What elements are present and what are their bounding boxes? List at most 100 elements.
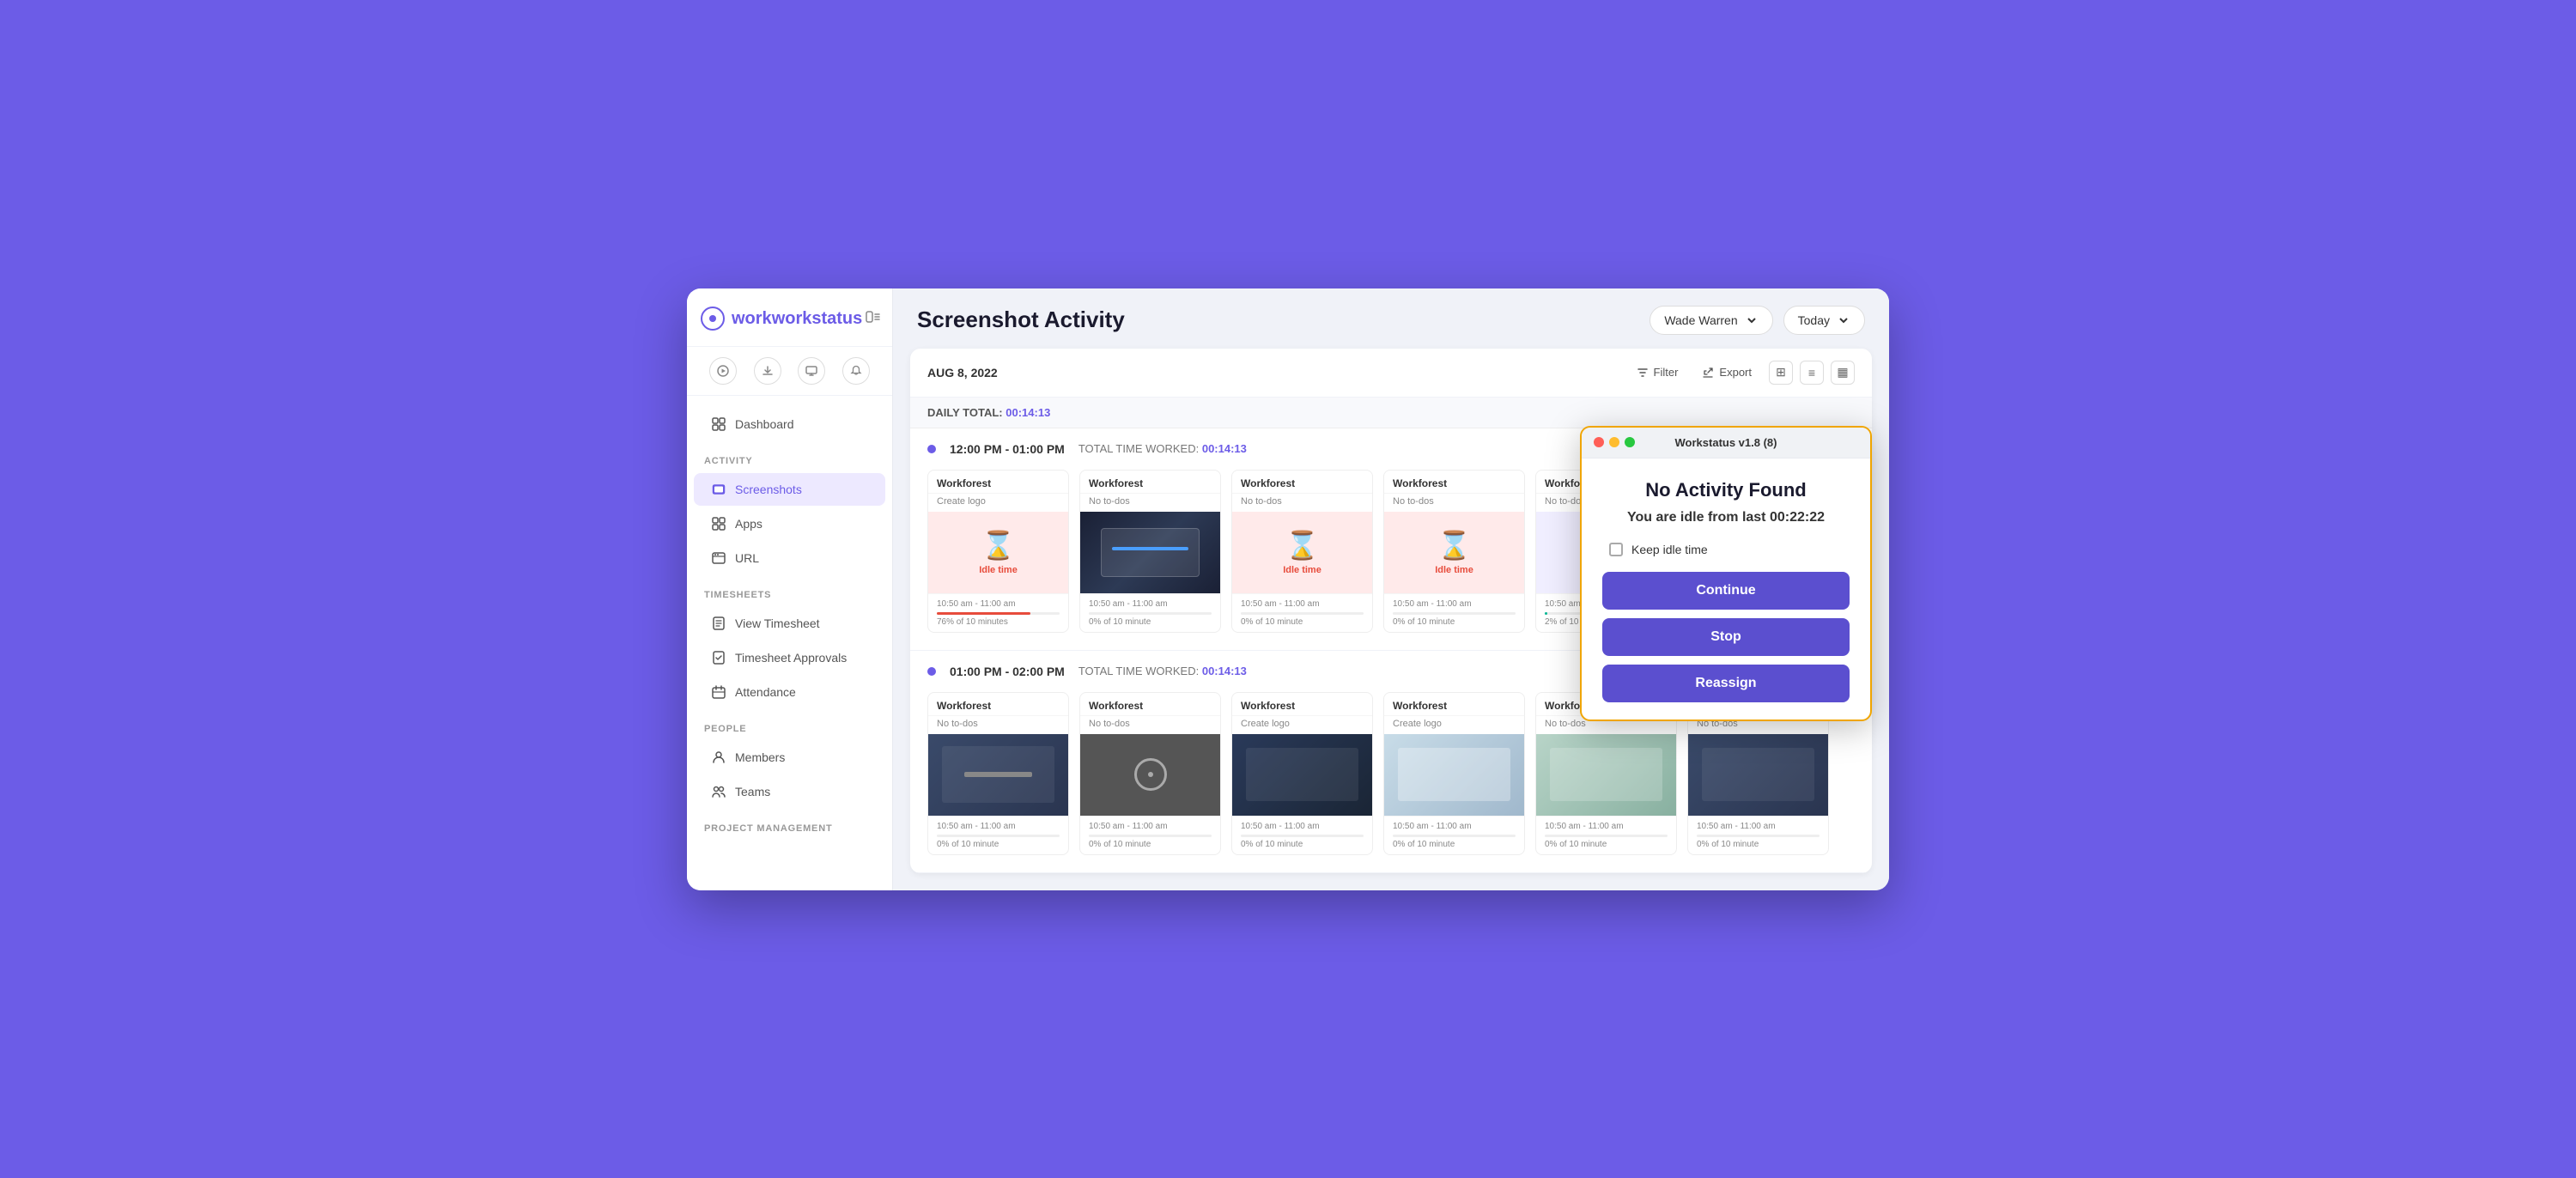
sidebar-item-apps[interactable]: Apps [694,507,885,540]
screenshot-app-name: Workforest [1232,693,1372,716]
sidebar: workworkstatus [687,288,893,890]
screenshot-card: Workforest No to-dos 10:50 am - 11:00 am [1079,692,1221,855]
list-view-button[interactable]: ≡ [1800,361,1824,385]
sidebar-item-url[interactable]: URL [694,542,885,574]
screenshot-thumbnail[interactable] [1688,734,1828,816]
filter-button[interactable]: Filter [1630,362,1686,382]
apps-label: Apps [735,517,762,531]
screenshot-thumbnail[interactable]: ⌛ Idle time [1232,512,1372,593]
screenshot-footer: 10:50 am - 11:00 am 0% of 10 minute [1232,593,1372,632]
screenshot-app-name: Workforest [1384,693,1524,716]
screenshot-footer: 10:50 am - 11:00 am 0% of 10 minute [1080,816,1220,854]
screenshot-task: No to-dos [1232,494,1372,512]
attendance-label: Attendance [735,685,796,699]
screenshot-thumbnail[interactable] [1080,512,1220,593]
percent-text: 0% of 10 minute [1393,617,1516,627]
people-section-label: PEOPLE [687,710,892,739]
monitor-icon-btn[interactable] [798,357,825,385]
screenshot-time: 10:50 am - 11:00 am [1697,822,1820,831]
grid-view-button[interactable]: ⊞ [1769,361,1793,385]
progress-bar [937,612,1060,615]
progress-bar [1393,835,1516,837]
screenshot-footer: 10:50 am - 11:00 am 0% of 10 minute [1384,593,1524,632]
idle-icon: ⌛ Idle time [1435,529,1473,575]
timeline-view-button[interactable]: ▦ [1831,361,1855,385]
date-text: AUG 8, 2022 [927,366,998,380]
screenshot-thumbnail[interactable] [1080,734,1220,816]
screenshot-thumbnail[interactable] [1384,734,1524,816]
export-button[interactable]: Export [1695,362,1759,382]
sidebar-item-timesheet-approvals[interactable]: Timesheet Approvals [694,641,885,674]
date-dropdown-label: Today [1798,313,1830,327]
percent-text: 0% of 10 minute [1545,840,1668,849]
progress-bar [1241,612,1364,615]
sidebar-item-attendance[interactable]: Attendance [694,676,885,708]
reassign-button[interactable]: Reassign [1602,665,1850,702]
screenshot-time: 10:50 am - 11:00 am [1089,822,1212,831]
screenshot-app-name: Workforest [1232,471,1372,494]
sidebar-quick-icons [687,347,892,396]
collapse-sidebar-button[interactable] [862,306,884,332]
daily-total-label: DAILY TOTAL: [927,406,1003,419]
progress-bar [937,835,1060,837]
screenshot-time: 10:50 am - 11:00 am [1393,822,1516,831]
minimize-traffic-light[interactable] [1609,437,1619,447]
notification-icon-btn[interactable] [842,357,870,385]
screenshot-footer: 10:50 am - 11:00 am 76% of 10 minutes [928,593,1068,632]
logo-icon [701,307,725,331]
close-traffic-light[interactable] [1594,437,1604,447]
screenshot-time: 10:50 am - 11:00 am [1545,822,1668,831]
attendance-icon [711,684,726,700]
user-dropdown-button[interactable]: Wade Warren [1649,306,1772,335]
percent-text: 0% of 10 minute [1089,617,1212,627]
play-icon-btn[interactable] [709,357,737,385]
date-dropdown-button[interactable]: Today [1783,306,1865,335]
date-header: AUG 8, 2022 Filter Export [910,349,1872,398]
view-controls: ⊞ ≡ ▦ [1769,361,1855,385]
screenshot-task: Create logo [1384,716,1524,734]
screenshot-thumbnail[interactable]: ⌛ Idle time [1384,512,1524,593]
sidebar-item-dashboard[interactable]: Dashboard [694,408,885,440]
continue-button[interactable]: Continue [1602,572,1850,610]
screenshots-label: Screenshots [735,483,802,496]
maximize-traffic-light[interactable] [1625,437,1635,447]
url-label: URL [735,551,759,565]
members-label: Members [735,750,785,764]
sidebar-item-teams[interactable]: Teams [694,775,885,808]
screenshot-time: 10:50 am - 11:00 am [1393,599,1516,609]
sidebar-item-view-timesheet[interactable]: View Timesheet [694,607,885,640]
logo-text: workworkstatus [732,309,862,329]
idle-label: Idle time [979,565,1018,575]
screenshot-card: Workforest Create logo 10:50 am - 11:00 … [1383,692,1525,855]
progress-bar [1697,835,1820,837]
screenshot-time: 10:50 am - 11:00 am [1089,599,1212,609]
screenshot-task: Create logo [1232,716,1372,734]
screenshots-icon [711,482,726,497]
screenshot-thumbnail[interactable] [1232,734,1372,816]
apps-icon [711,516,726,531]
percent-text: 0% of 10 minute [1241,617,1364,627]
screenshot-thumbnail[interactable] [1536,734,1676,816]
percent-text: 0% of 10 minute [1241,840,1364,849]
percent-text: 0% of 10 minute [1697,840,1820,849]
screenshot-footer: 10:50 am - 11:00 am 0% of 10 minute [928,816,1068,854]
daily-total-bar: DAILY TOTAL: 00:14:13 [910,398,1872,428]
header-controls: Wade Warren Today [1649,306,1865,335]
screenshot-thumbnail[interactable] [928,734,1068,816]
popup-subtext: You are idle from last 00:22:22 [1602,510,1850,525]
download-icon-btn[interactable] [754,357,781,385]
screenshot-time: 10:50 am - 11:00 am [937,822,1060,831]
percent-text: 0% of 10 minute [1089,840,1212,849]
screenshot-thumbnail[interactable]: ⌛ Idle time [928,512,1068,593]
sidebar-item-members[interactable]: Members [694,741,885,774]
sidebar-item-screenshots[interactable]: Screenshots [694,473,885,506]
screenshot-card: Workforest No to-dos ⌛ Idle time 10:50 a… [1231,470,1373,633]
url-icon [711,550,726,566]
screenshot-task: No to-dos [1384,494,1524,512]
keep-idle-time-checkbox[interactable] [1609,543,1623,556]
screenshot-card: Workforest Create logo ⌛ Idle time 10:50… [927,470,1069,633]
timesheet-approvals-icon [711,650,726,665]
popup-body: No Activity Found You are idle from last… [1582,458,1870,720]
stop-button[interactable]: Stop [1602,618,1850,656]
date-header-actions: Filter Export ⊞ ≡ ▦ [1630,361,1855,385]
